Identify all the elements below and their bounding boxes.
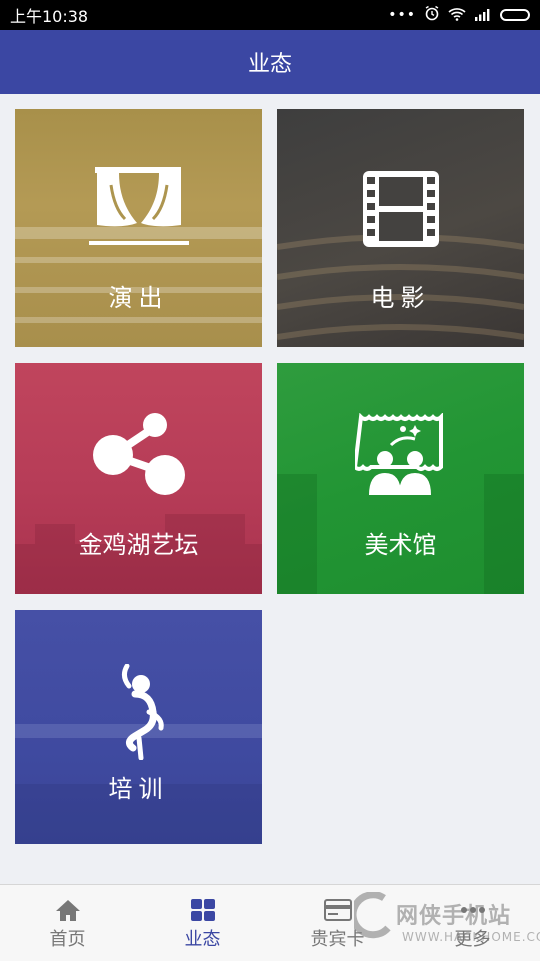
status-time: 上午10:38: [10, 7, 89, 26]
notification-dots-icon: •••: [388, 7, 416, 23]
tile-movie[interactable]: 电影: [277, 109, 524, 347]
nav-item-business[interactable]: 业态: [135, 885, 270, 961]
nav-item-more[interactable]: 更多: [405, 885, 540, 961]
battery-icon: [500, 9, 530, 21]
tile-label: 金鸡湖艺坛: [78, 531, 199, 559]
tile-forum[interactable]: 金鸡湖艺坛: [15, 363, 262, 594]
art-gallery-icon: [352, 412, 447, 501]
card-icon: [323, 895, 352, 925]
wifi-icon: [448, 6, 466, 25]
page-title-bar: 业态: [0, 30, 540, 94]
more-icon: [460, 895, 486, 925]
tile-training[interactable]: 培训: [15, 610, 262, 844]
tile-label: 培训: [108, 775, 169, 803]
nav-label: 贵宾卡: [310, 929, 365, 950]
page-title: 业态: [247, 52, 292, 77]
bottom-nav: 首页 业态 贵宾卡 更多: [0, 884, 540, 961]
nav-item-vip-card[interactable]: 贵宾卡: [270, 885, 405, 961]
dancer-icon: [109, 663, 169, 764]
tile-label: 电影: [370, 284, 431, 312]
home-icon: [55, 895, 81, 925]
status-bar: 上午10:38 •••: [0, 0, 540, 30]
tile-performance[interactable]: 演出: [15, 109, 262, 347]
grid-icon: [190, 895, 216, 925]
tile-gallery[interactable]: 美术馆: [277, 363, 524, 594]
tile-label: 演出: [108, 284, 169, 312]
tile-label: 美术馆: [364, 531, 437, 559]
status-icons: •••: [388, 5, 530, 25]
alarm-icon: [424, 5, 440, 25]
curtain-icon: [88, 167, 189, 253]
nav-label: 首页: [49, 929, 86, 950]
nav-label: 业态: [184, 929, 221, 950]
signal-icon: [474, 6, 492, 25]
nav-item-home[interactable]: 首页: [0, 885, 135, 961]
share-icon: [91, 411, 187, 501]
nav-label: 更多: [454, 929, 491, 950]
film-icon: [361, 169, 441, 253]
